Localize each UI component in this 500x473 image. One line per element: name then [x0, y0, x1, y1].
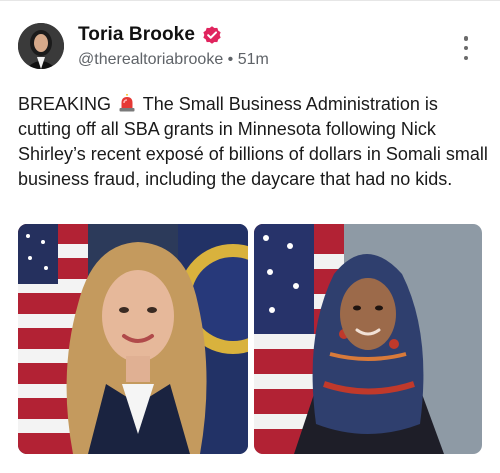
post-time: 51m — [237, 51, 269, 68]
media-image-1[interactable] — [18, 224, 248, 454]
more-options-icon[interactable] — [456, 36, 476, 60]
media-image-2[interactable] — [254, 224, 482, 454]
author-row: Toria Brooke — [78, 24, 223, 46]
author-name[interactable]: Toria Brooke — [78, 24, 195, 46]
post-text: BREAKING The Small Business Administrati… — [18, 92, 488, 192]
meta-separator: • — [227, 51, 234, 68]
avatar[interactable] — [18, 23, 64, 69]
top-divider — [0, 0, 500, 1]
author-handle[interactable]: @therealtoriabrooke — [78, 51, 223, 68]
post-lead: BREAKING — [18, 94, 112, 114]
siren-icon — [119, 94, 135, 112]
author-meta: @therealtoriabrooke • 51m — [78, 51, 269, 69]
verified-badge-icon — [203, 26, 221, 44]
